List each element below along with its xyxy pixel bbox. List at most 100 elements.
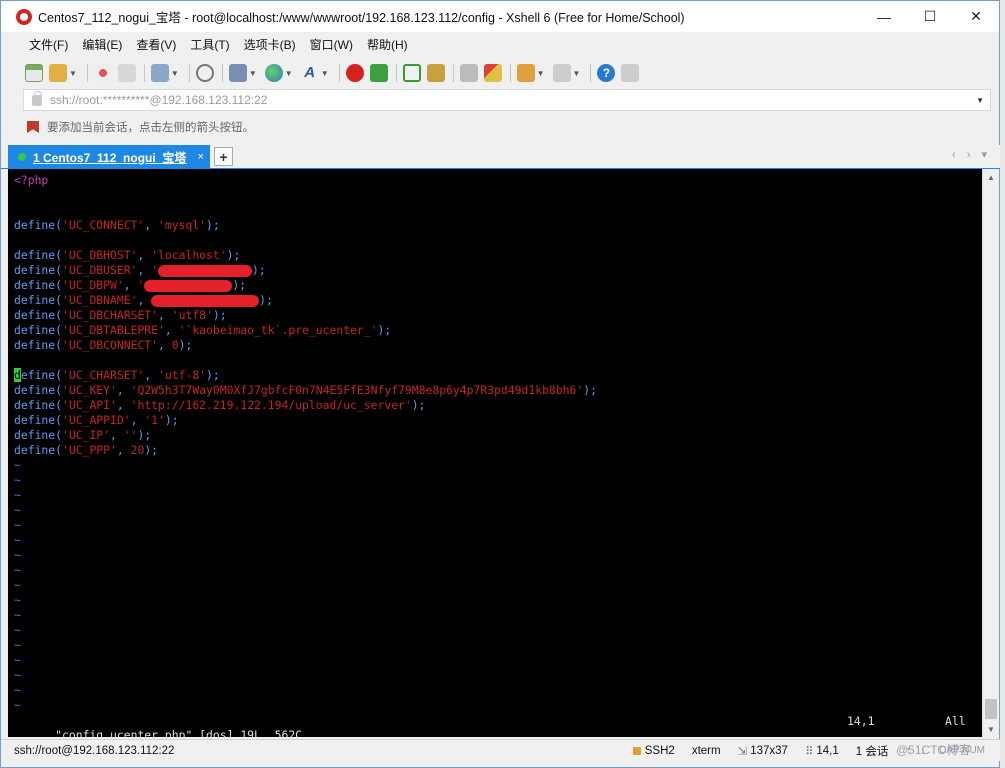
comma: , — [137, 293, 152, 307]
fullscreen-icon[interactable] — [402, 64, 421, 82]
toolbar-divider — [86, 64, 88, 82]
close-button[interactable]: ✕ — [953, 1, 999, 32]
toolbar-divider — [143, 64, 145, 82]
lock-icon[interactable] — [426, 64, 445, 82]
open-dropdown-icon[interactable]: ▼ — [69, 69, 77, 78]
empty-buffer-line: ~ — [14, 458, 21, 472]
address-dropdown-icon[interactable]: ▼ — [976, 96, 984, 105]
tab-close-icon[interactable]: × — [198, 151, 204, 163]
empty-buffer-line: ~ — [14, 623, 21, 637]
constant-value: 0 — [171, 338, 179, 352]
close-paren: ); — [377, 323, 392, 337]
new-tab-dropdown-icon[interactable]: ▼ — [537, 69, 545, 78]
address-bar[interactable]: ssh://root:**********@192.168.123.112:22… — [23, 89, 991, 111]
constant-value: ' — [151, 263, 159, 277]
redaction-mark — [144, 279, 233, 292]
empty-buffer-line: ~ — [14, 488, 21, 502]
comma: , — [116, 398, 131, 412]
paren: ( — [55, 368, 63, 382]
layout-dropdown-icon[interactable]: ▼ — [573, 69, 581, 78]
vim-status-line: "config_ucenter.php" [dos] 19L, 562C 14,… — [14, 714, 974, 737]
menu-tabs[interactable]: 选项卡(B) — [238, 36, 302, 53]
empty-buffer-line: ~ — [14, 608, 21, 622]
paren: ( — [55, 323, 63, 337]
xshell-icon[interactable] — [345, 64, 364, 82]
scroll-up-icon[interactable]: ▲ — [983, 169, 999, 185]
define-keyword: define — [14, 263, 56, 277]
status-protocol-label: SSH2 — [644, 744, 675, 757]
maximize-button[interactable]: ☐ — [907, 1, 953, 32]
xshell-window: Centos7_112_nogui_宝塔 - root@localhost:/w… — [0, 0, 1001, 768]
define-keyword: define — [14, 248, 56, 262]
constant-name: 'UC_CONNECT' — [62, 218, 145, 232]
help-icon[interactable]: ? — [597, 64, 616, 82]
open-folder-icon[interactable] — [49, 64, 67, 82]
code-line: define('UC_DBUSER', '); — [14, 263, 597, 278]
connect-icon[interactable] — [93, 64, 112, 82]
font-icon[interactable]: A — [301, 64, 319, 82]
minimize-button[interactable]: — — [861, 1, 907, 32]
properties-icon[interactable] — [150, 64, 169, 82]
menu-window[interactable]: 窗口(W) — [304, 36, 359, 53]
tab-label[interactable]: 1 Centos7_112_nogui_宝塔 — [33, 149, 198, 166]
empty-buffer-line: ~ — [14, 668, 21, 682]
transfer-dropdown-icon[interactable]: ▼ — [249, 69, 257, 78]
define-keyword: define — [14, 398, 56, 412]
comma: , — [137, 248, 152, 262]
font-dropdown-icon[interactable]: ▼ — [321, 69, 329, 78]
comma: , — [144, 368, 159, 382]
code-line: define('UC_DBCHARSET', 'utf8'); — [14, 308, 597, 323]
properties-dropdown-icon[interactable]: ▼ — [171, 69, 179, 78]
tab-session-1[interactable]: 1 Centos7_112_nogui_宝塔 × — [8, 145, 210, 169]
disconnect-icon[interactable] — [117, 64, 136, 82]
menu-help[interactable]: 帮助(H) — [361, 36, 414, 53]
status-sessions: 1 会话 — [855, 745, 889, 758]
address-input[interactable]: ssh://root:**********@192.168.123.112:22 — [50, 93, 976, 107]
cursor-pos-icon: ⠿ — [804, 745, 814, 758]
define-keyword: define — [14, 278, 56, 292]
scrollbar-thumb[interactable] — [985, 699, 997, 719]
chat-icon[interactable] — [621, 64, 640, 82]
comma: , — [158, 308, 172, 322]
terminal-scrollbar[interactable]: ▲ ▼ — [982, 169, 999, 737]
comma: , — [137, 263, 152, 277]
toolbar-divider — [188, 64, 190, 82]
globe-dropdown-icon[interactable]: ▼ — [285, 69, 293, 78]
status-size: ⇲ 137x37 — [738, 744, 788, 758]
redaction-mark — [158, 264, 253, 277]
terminal-view[interactable]: <?php define('UC_CONNECT', 'mysql'); defin… — [8, 169, 982, 737]
globe-icon[interactable] — [264, 64, 283, 82]
xftp-icon[interactable] — [369, 64, 388, 82]
constant-value: 'Q2W5h3T7Way0M0XfJ7gbfcF0n7N4E5FfE3Nfyf7… — [130, 383, 584, 397]
transfer-icon[interactable] — [228, 64, 247, 82]
highlight-icon[interactable] — [483, 64, 502, 82]
define-keyword: define — [14, 443, 56, 457]
new-session-icon[interactable] — [25, 64, 43, 82]
close-paren: ); — [226, 248, 241, 262]
scroll-down-icon[interactable]: ▼ — [983, 721, 999, 737]
bookmark-arrow-icon[interactable] — [27, 121, 39, 133]
menu-edit[interactable]: 编辑(E) — [76, 36, 128, 53]
menu-file[interactable]: 文件(F) — [23, 36, 74, 53]
find-icon[interactable] — [195, 64, 214, 82]
empty-buffer-line: ~ — [14, 548, 21, 562]
menu-tools[interactable]: 工具(T) — [184, 36, 235, 53]
constant-value: '' — [123, 428, 138, 442]
xshell-logo-icon — [16, 8, 32, 25]
menu-view[interactable]: 查看(V) — [130, 36, 182, 53]
new-tab-icon[interactable] — [516, 64, 535, 82]
code-line: define('UC_DBPW', '); — [14, 278, 597, 293]
keyboard-icon[interactable] — [459, 64, 478, 82]
layout-icon[interactable] — [552, 64, 571, 82]
status-size-label: 137x37 — [750, 744, 788, 757]
constant-value: 'http://162.219.122.194/upload/uc_server… — [130, 398, 412, 412]
constant-name: 'UC_DBHOST' — [62, 248, 138, 262]
vim-cursor-position: 14,1 — [847, 714, 875, 728]
new-tab-button[interactable]: + — [214, 147, 233, 166]
status-cursor: ⠿ 14,1 — [805, 744, 839, 758]
tab-scroll-arrows[interactable]: ‹ › ▾ — [952, 148, 991, 161]
constant-name: 'UC_DBCONNECT' — [62, 338, 159, 352]
